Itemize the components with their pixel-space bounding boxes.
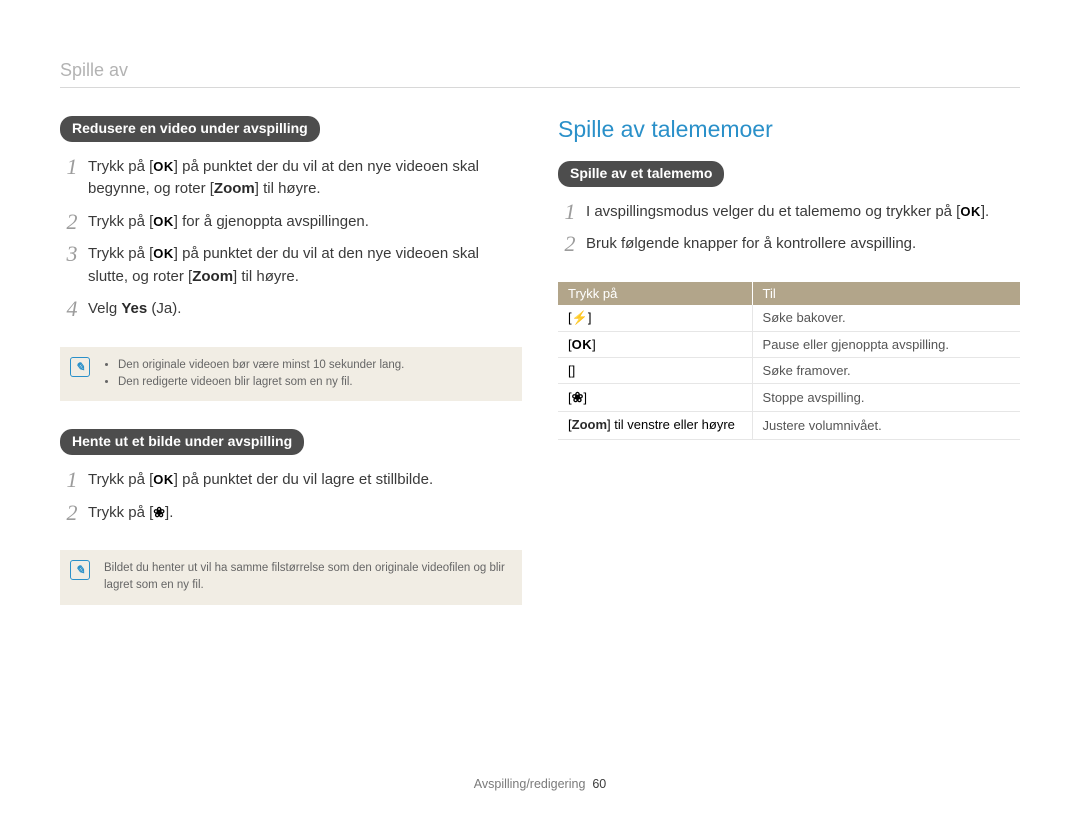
step: 2 Bruk følgende knapper for å kontroller… — [558, 229, 1020, 262]
controls-table: Trykk på Til [⚡] Søke bakover. [OK] — [558, 282, 1020, 440]
key-cell: [❀] — [558, 383, 752, 411]
table-header-key: Trykk på — [558, 282, 752, 305]
note-text: Bildet du henter ut vil ha samme filstør… — [104, 560, 508, 595]
note-icon: ✎ — [70, 357, 90, 377]
page-header: Spille av — [60, 60, 1020, 88]
manual-page: Spille av Redusere en video under avspil… — [0, 0, 1080, 815]
note-item: Den originale videoen bør være minst 10 … — [118, 357, 508, 374]
page-footer: Avspilling/redigering 60 — [0, 777, 1080, 791]
step-text: Trykk på [OK] på punktet der du vil lagr… — [88, 471, 433, 488]
step-text: Trykk på [OK] for å gjenoppta avspilling… — [88, 213, 369, 230]
key-cell: [Zoom] til venstre eller høyre — [558, 411, 752, 439]
right-column: Spille av talememoer Spille av et taleme… — [558, 116, 1020, 633]
note-list: Den originale videoen bør være minst 10 … — [104, 357, 508, 392]
key-cell: [὎] — [558, 357, 752, 383]
section-title: Spille av talememoer — [558, 116, 1020, 143]
steps-extract-image: 1 Trykk på [OK] på punktet der du vil la… — [60, 465, 522, 530]
step: 1 Trykk på [OK] på punktet der du vil la… — [60, 465, 522, 498]
step: 2 Trykk på [OK] for å gjenoppta avspilli… — [60, 207, 522, 240]
table-row: [὎] Søke framover. — [558, 357, 1020, 383]
two-column-layout: Redusere en video under avspilling 1 Try… — [60, 116, 1020, 633]
step: 1 Trykk på [OK] på punktet der du vil at… — [60, 152, 522, 207]
step-number: 2 — [560, 227, 580, 260]
step-text: Trykk på [❀]. — [88, 504, 173, 521]
macro-flower-icon: ❀ — [153, 502, 165, 523]
step-number: 2 — [62, 496, 82, 529]
desc-cell: Pause eller gjenoppta avspilling. — [752, 331, 1020, 357]
flash-icon: ⚡ — [572, 310, 588, 325]
step-number: 1 — [62, 150, 82, 183]
step-number: 1 — [560, 195, 580, 228]
ok-icon: OK — [153, 470, 174, 490]
note-icon: ✎ — [70, 560, 90, 580]
step-text: Trykk på [OK] på punktet der du vil at d… — [88, 245, 479, 285]
step-text: Bruk følgende knapper for å kontrollere … — [586, 235, 916, 252]
ok-icon: OK — [153, 157, 174, 177]
subheading-play-memo: Spille av et talememo — [558, 161, 724, 187]
steps-play-memo: 1 I avspillingsmodus velger du et taleme… — [558, 197, 1020, 262]
key-cell: [⚡] — [558, 305, 752, 332]
ok-icon: OK — [153, 244, 174, 264]
subheading-extract-image: Hente ut et bilde under avspilling — [60, 429, 304, 455]
step-number: 4 — [62, 292, 82, 325]
step: 2 Trykk på [❀]. — [60, 498, 522, 531]
ok-icon: OK — [153, 212, 174, 232]
desc-cell: Justere volumnivået. — [752, 411, 1020, 439]
ok-icon: OK — [572, 337, 593, 352]
table-header-action: Til — [752, 282, 1020, 305]
ok-icon: OK — [960, 202, 981, 222]
footer-section: Avspilling/redigering — [474, 777, 586, 791]
desc-cell: Søke bakover. — [752, 305, 1020, 332]
step-number: 3 — [62, 237, 82, 270]
footer-page-number: 60 — [592, 777, 606, 791]
macro-flower-icon: ❀ — [572, 389, 584, 406]
subheading-reduce-video: Redusere en video under avspilling — [60, 116, 320, 142]
key-cell: [OK] — [558, 331, 752, 357]
step-number: 1 — [62, 463, 82, 496]
step-text: I avspillingsmodus velger du et talememo… — [586, 203, 989, 220]
table-row: [Zoom] til venstre eller høyre Justere v… — [558, 411, 1020, 439]
table-row: [OK] Pause eller gjenoppta avspilling. — [558, 331, 1020, 357]
left-column: Redusere en video under avspilling 1 Try… — [60, 116, 522, 633]
desc-cell: Søke framover. — [752, 357, 1020, 383]
table-row: [⚡] Søke bakover. — [558, 305, 1020, 332]
step: 3 Trykk på [OK] på punktet der du vil at… — [60, 239, 522, 294]
step-text: Trykk på [OK] på punktet der du vil at d… — [88, 158, 479, 198]
table-row: [❀] Stoppe avspilling. — [558, 383, 1020, 411]
note-box: ✎ Den originale videoen bør være minst 1… — [60, 347, 522, 402]
step-text: Velg Yes (Ja). — [88, 300, 181, 317]
step: 4 Velg Yes (Ja). — [60, 294, 522, 327]
step: 1 I avspillingsmodus velger du et taleme… — [558, 197, 1020, 230]
desc-cell: Stoppe avspilling. — [752, 383, 1020, 411]
note-box: ✎ Bildet du henter ut vil ha samme filst… — [60, 550, 522, 605]
note-item: Den redigerte videoen blir lagret som en… — [118, 374, 508, 391]
step-number: 2 — [62, 205, 82, 238]
steps-reduce-video: 1 Trykk på [OK] på punktet der du vil at… — [60, 152, 522, 327]
